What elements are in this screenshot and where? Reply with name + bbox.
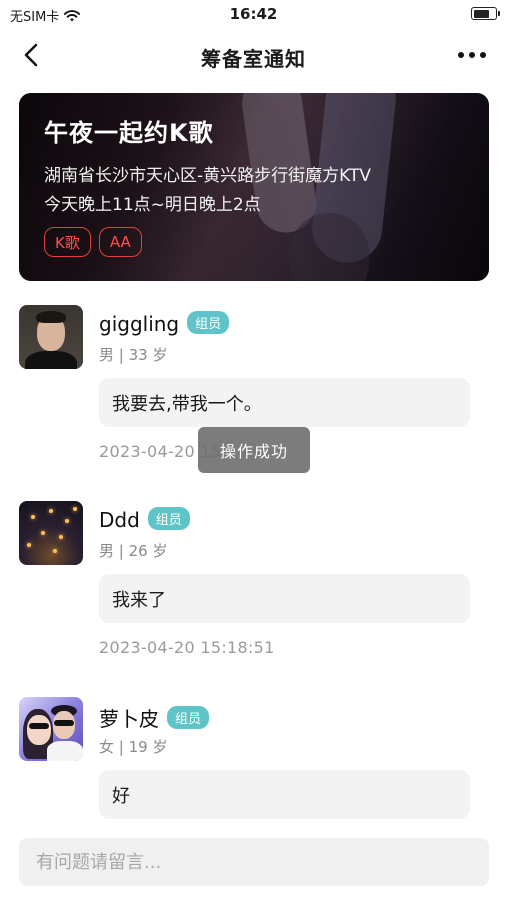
role-badge: 组员 [187,311,230,334]
role-badge: 组员 [147,507,190,530]
event-tag: AA [98,227,142,257]
comment-time: 2023-04-20 15:18:51 [99,638,275,657]
commenter-name-row: giggling 组员 [99,311,230,336]
commenter-name: giggling [99,312,180,336]
comment-bubble: 我要去,带我一个。 [99,378,470,427]
event-time: 今天晚上11点~明日晚上2点 [44,195,261,215]
battery-icon [471,7,500,20]
event-card[interactable]: 午夜一起约K歌 湖南省长沙市天心区-黄兴路步行街魔方KTV 今天晚上11点~明日… [19,93,489,281]
avatar[interactable] [19,305,83,369]
toast-message: 操作成功 [198,427,310,473]
avatar[interactable] [19,501,83,565]
more-button[interactable] [455,40,489,70]
commenter-meta: 男 | 33 岁 [99,346,168,364]
commenter-name: 萝卜皮 [99,707,159,731]
battery-fill [473,9,490,18]
event-title: 午夜一起约K歌 [44,119,214,147]
status-bar: 无SIM卡 16:42 [0,0,507,30]
page-title: 筹备室通知 [201,47,306,71]
more-dot [480,52,486,58]
commenter-meta: 男 | 26 岁 [99,542,168,560]
nav-bar: 筹备室通知 [0,30,507,80]
comment-bubble: 好 [99,770,470,819]
commenter-meta: 女 | 19 岁 [99,738,168,756]
avatar[interactable] [19,697,83,761]
event-tag: K歌 [44,227,91,257]
role-badge: 组员 [167,706,210,729]
event-address: 湖南省长沙市天心区-黄兴路步行街魔方KTV [44,166,371,186]
commenter-name: Ddd [99,508,140,532]
more-dot [458,52,464,58]
more-dot [469,52,475,58]
comment-bubble: 我来了 [99,574,470,623]
commenter-name-row: 萝卜皮 组员 [99,703,210,732]
status-time: 16:42 [229,5,278,23]
comment-input[interactable] [19,838,489,886]
event-tags: K歌 AA [44,227,142,257]
commenter-name-row: Ddd 组员 [99,507,190,532]
